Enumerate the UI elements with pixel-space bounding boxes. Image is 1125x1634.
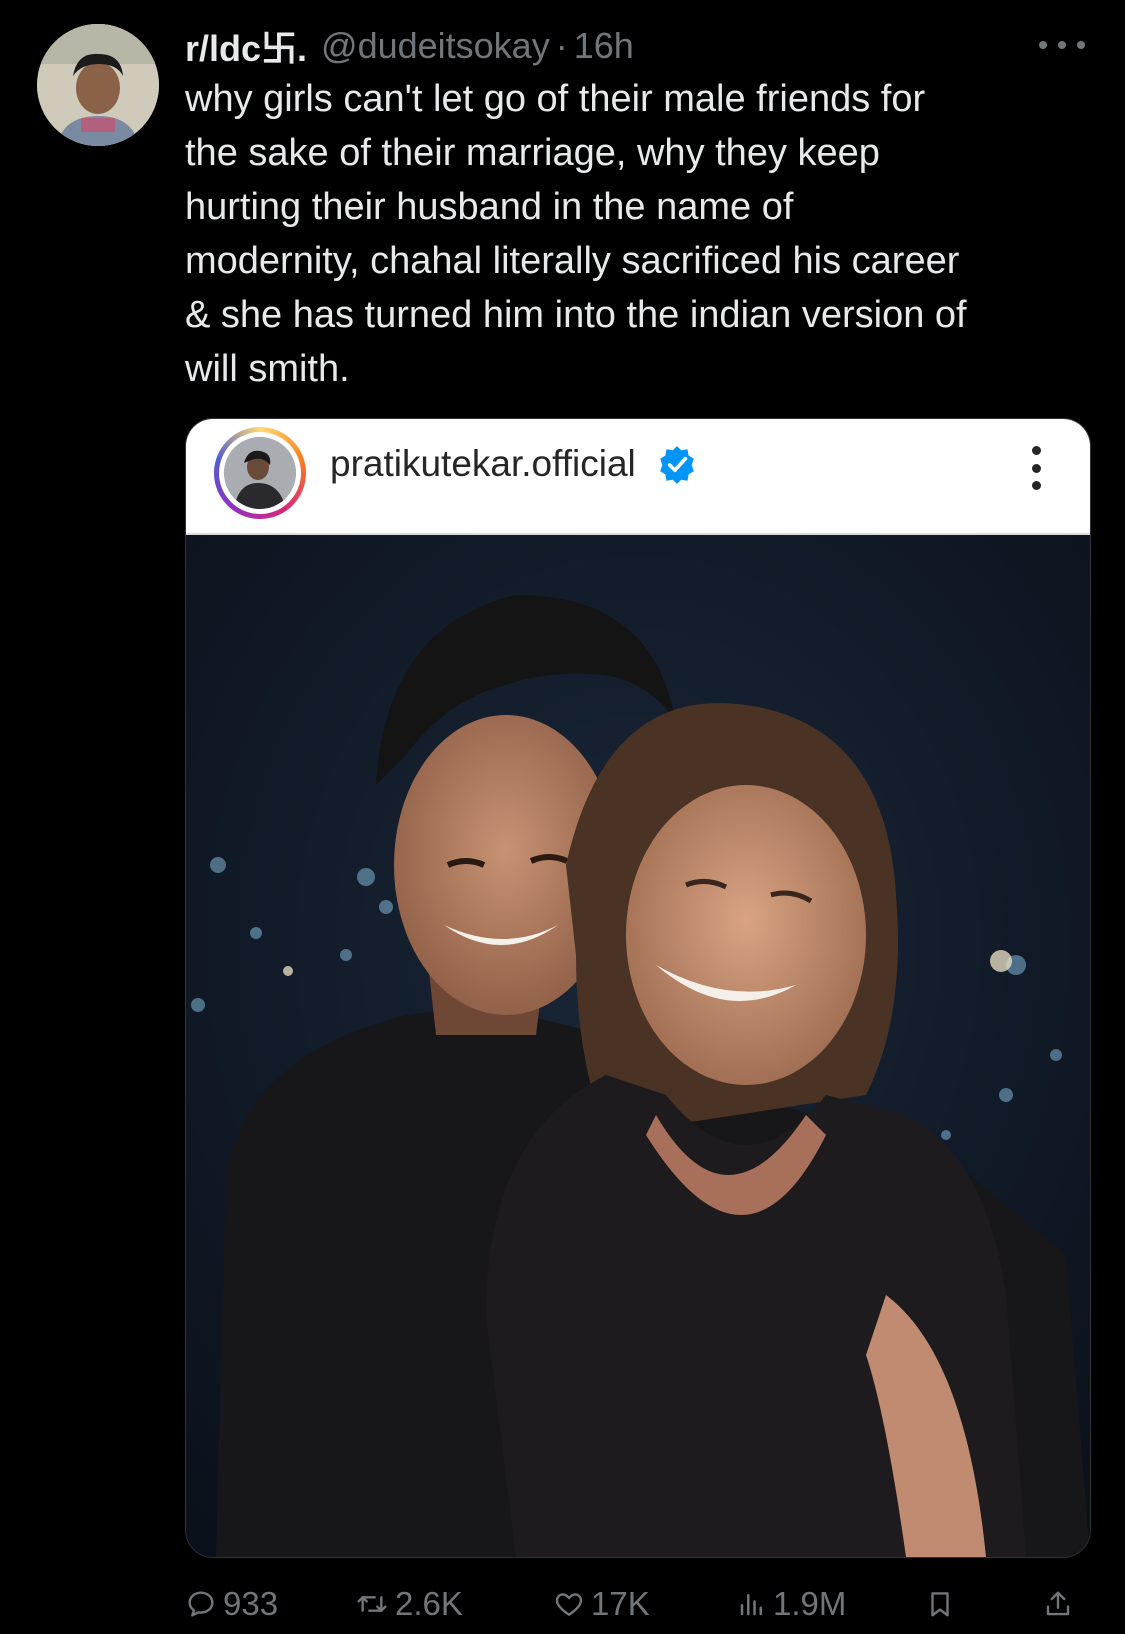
author-handle[interactable]: @dudeitsokay bbox=[321, 25, 550, 67]
bookmark-button[interactable] bbox=[925, 1580, 961, 1628]
tweet-actions: 933 2.6K 17K 1.9M bbox=[185, 1580, 1085, 1628]
more-icon[interactable] bbox=[1039, 30, 1085, 60]
verified-badge-icon bbox=[660, 446, 694, 484]
share-icon bbox=[1046, 1591, 1070, 1616]
instagram-avatar bbox=[214, 427, 306, 519]
like-count: 17K bbox=[591, 1585, 650, 1622]
share-button[interactable] bbox=[1043, 1580, 1079, 1628]
tweet-media[interactable]: pratikutekar.official bbox=[185, 418, 1091, 1558]
author-display-name[interactable]: r/ldc卐. bbox=[185, 20, 307, 72]
views-button[interactable]: 1.9M bbox=[737, 1580, 846, 1628]
instagram-post-header: pratikutekar.official bbox=[186, 419, 1090, 535]
like-icon bbox=[555, 1593, 583, 1616]
reply-count: 933 bbox=[223, 1585, 279, 1622]
repost-count: 2.6K bbox=[395, 1585, 463, 1622]
repost-icon bbox=[357, 1596, 387, 1612]
tweet-header: r/ldc卐. @dudeitsokay · 16h bbox=[185, 18, 634, 74]
like-button[interactable]: 17K bbox=[553, 1580, 650, 1628]
view-count: 1.9M bbox=[773, 1585, 847, 1622]
tweet[interactable]: r/ldc卐. @dudeitsokay · 16h why girls can… bbox=[0, 0, 1125, 1634]
bookmark-icon bbox=[931, 1592, 949, 1617]
repost-button[interactable]: 2.6K bbox=[355, 1580, 463, 1628]
tweet-text: why girls can't let go of their male fri… bbox=[185, 78, 967, 390]
views-icon bbox=[740, 1594, 762, 1616]
reply-button[interactable]: 933 bbox=[185, 1580, 278, 1628]
tweet-timestamp[interactable]: 16h bbox=[574, 25, 634, 67]
instagram-username: pratikutekar.official bbox=[330, 443, 636, 484]
header-separator: · bbox=[555, 25, 568, 66]
couple-photo bbox=[186, 535, 1090, 1557]
author-avatar[interactable] bbox=[37, 24, 159, 146]
reply-icon bbox=[188, 1591, 214, 1617]
instagram-more-icon bbox=[1032, 446, 1042, 490]
